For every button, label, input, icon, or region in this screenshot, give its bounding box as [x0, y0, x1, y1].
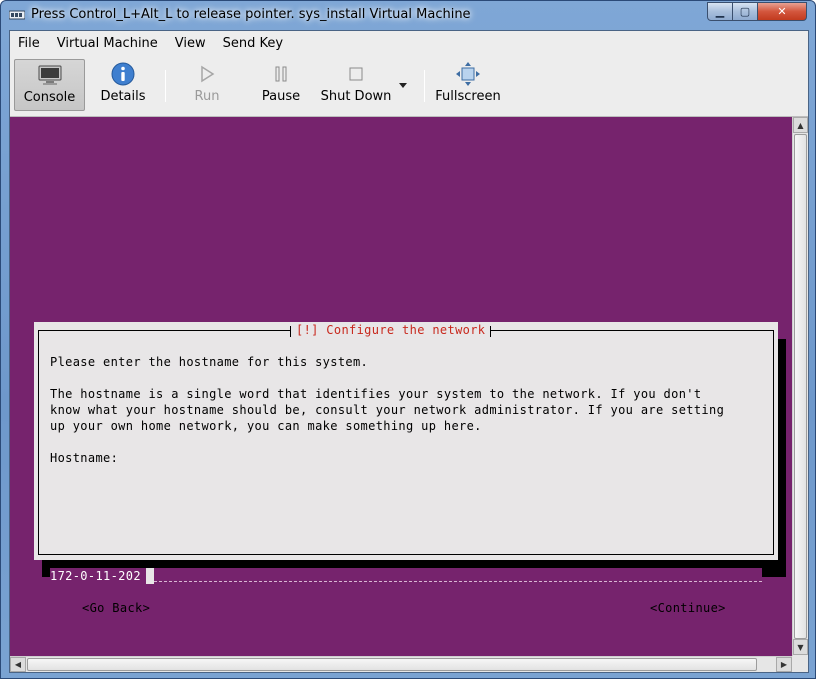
- continue-button[interactable]: <Continue>: [650, 601, 726, 615]
- maximize-button[interactable]: ▢: [732, 2, 758, 21]
- pause-button[interactable]: Pause: [250, 59, 312, 111]
- details-label: Details: [100, 89, 146, 104]
- details-button[interactable]: Details: [90, 59, 156, 111]
- scroll-up-arrow-icon[interactable]: ▲: [793, 117, 808, 133]
- vm-console-display[interactable]: [!] Configure the network Please enter t…: [10, 117, 792, 656]
- console-label: Console: [23, 90, 76, 105]
- info-icon: [111, 62, 135, 86]
- run-label: Run: [194, 89, 220, 104]
- scroll-down-arrow-icon[interactable]: ▼: [793, 639, 808, 655]
- menu-bar: File Virtual Machine View Send Key: [10, 31, 808, 56]
- fullscreen-button[interactable]: Fullscreen: [430, 59, 506, 111]
- horizontal-scrollbar[interactable]: ◀ ▶: [10, 656, 792, 672]
- client-area: File Virtual Machine View Send Key Conso…: [9, 30, 809, 673]
- window-title: Press Control_L+Alt_L to release pointer…: [31, 7, 471, 22]
- pause-icon: [275, 66, 287, 82]
- description-line: up your own home network, you can make s…: [50, 419, 482, 433]
- minimize-button[interactable]: ▁: [707, 2, 733, 21]
- console-button[interactable]: Console: [14, 59, 85, 111]
- hostname-label: Hostname:: [50, 451, 119, 465]
- menu-view[interactable]: View: [167, 36, 215, 51]
- scrollbar-corner: [792, 656, 808, 672]
- go-back-button[interactable]: <Go Back>: [82, 601, 150, 615]
- toolbar-separator: [424, 70, 425, 102]
- description-line: know what your hostname should be, consu…: [50, 403, 725, 417]
- close-icon: ✕: [777, 5, 787, 18]
- monitor-icon: [38, 65, 61, 85]
- menu-file[interactable]: File: [10, 36, 49, 51]
- dialog-title: [!] Configure the network: [290, 323, 492, 337]
- play-icon: [201, 65, 215, 83]
- configure-network-dialog: [!] Configure the network Please enter t…: [34, 322, 778, 615]
- scroll-right-arrow-icon[interactable]: ▶: [776, 657, 792, 672]
- menu-virtual-machine[interactable]: Virtual Machine: [49, 36, 167, 51]
- hostname-value: 172-0-11-202: [50, 569, 141, 583]
- run-button[interactable]: Run: [176, 59, 238, 111]
- maximize-icon: ▢: [739, 5, 751, 18]
- title-bar[interactable]: Press Control_L+Alt_L to release pointer…: [1, 1, 815, 29]
- horizontal-scroll-thumb[interactable]: [27, 658, 757, 671]
- menu-send-key[interactable]: Send Key: [215, 36, 292, 51]
- fullscreen-label: Fullscreen: [435, 89, 501, 104]
- pause-label: Pause: [261, 89, 301, 104]
- vertical-scrollbar[interactable]: ▲ ▼: [792, 117, 808, 656]
- text-cursor: [146, 568, 154, 584]
- toolbar-separator: [165, 70, 166, 102]
- minimize-icon: ▁: [715, 5, 725, 18]
- fullscreen-icon: [456, 62, 480, 86]
- description-line: The hostname is a single word that ident…: [50, 387, 702, 401]
- virt-manager-icon: [9, 10, 25, 20]
- hostname-input[interactable]: 172-0-11-202: [50, 568, 762, 584]
- hostname-prompt: Please enter the hostname for this syste…: [50, 355, 369, 369]
- toolbar: Console Details Run Pause Shut Down Full…: [10, 56, 808, 117]
- close-button[interactable]: ✕: [757, 2, 807, 21]
- shutdown-button[interactable]: Shut Down: [318, 59, 394, 111]
- shutdown-label: Shut Down: [320, 89, 392, 104]
- vm-window: Press Control_L+Alt_L to release pointer…: [0, 0, 816, 679]
- vertical-scroll-thumb[interactable]: [794, 134, 807, 639]
- stop-icon: [349, 67, 363, 81]
- scroll-left-arrow-icon[interactable]: ◀: [10, 657, 26, 672]
- input-underline: [154, 581, 762, 582]
- caret-down-icon[interactable]: [396, 78, 410, 92]
